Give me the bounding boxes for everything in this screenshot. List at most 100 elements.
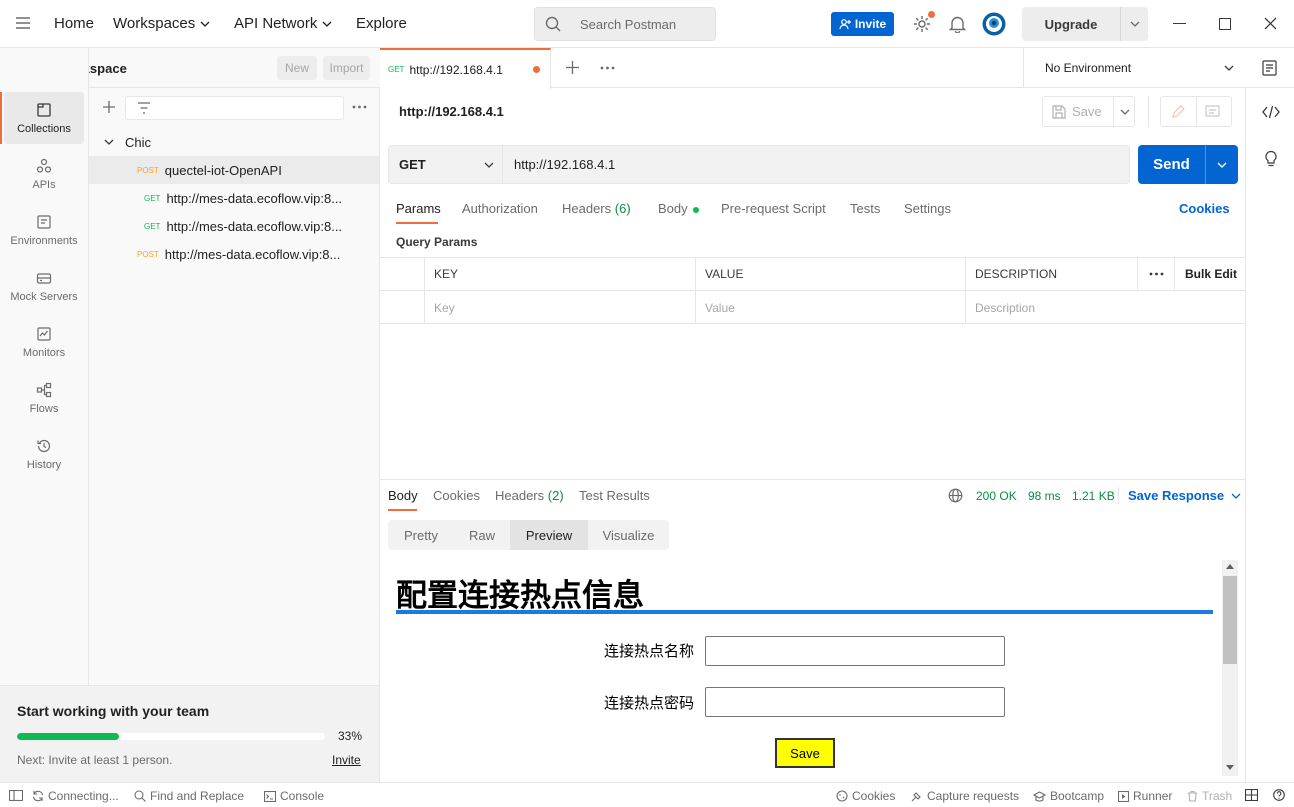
add-collection-icon[interactable]	[102, 100, 116, 114]
view-preview[interactable]: Preview	[510, 520, 588, 550]
response-time[interactable]: 98 ms	[1028, 489, 1061, 503]
environment-selector[interactable]: No Environment	[1023, 48, 1246, 88]
close-window-icon[interactable]	[1264, 17, 1277, 30]
globe-icon[interactable]	[948, 488, 963, 503]
sidebar-item-monitors[interactable]: Monitors	[4, 316, 84, 368]
sidebar-item-flows[interactable]: Flows	[4, 372, 84, 424]
sync-icon	[32, 790, 44, 802]
nav-api-network[interactable]: API Network	[234, 15, 332, 32]
preview-save-button[interactable]: Save	[775, 738, 835, 768]
edit-pencil-icon[interactable]	[1171, 104, 1186, 119]
sidebar-item-mock-servers[interactable]: Mock Servers	[4, 260, 84, 312]
view-raw[interactable]: Raw	[454, 520, 510, 550]
chevron-down-icon[interactable]	[1205, 145, 1238, 184]
new-button[interactable]: New	[277, 56, 317, 80]
avatar[interactable]	[982, 12, 1006, 36]
bulk-edit-button[interactable]: Bulk Edit	[1175, 258, 1245, 291]
view-visualize[interactable]: Visualize	[588, 520, 669, 550]
import-button[interactable]: Import	[323, 56, 370, 80]
tab-test-results[interactable]: Test Results	[579, 488, 650, 503]
maximize-window-icon[interactable]	[1219, 18, 1231, 30]
view-pretty[interactable]: Pretty	[388, 520, 454, 550]
list-item[interactable]: POST quectel-iot-OpenAPI	[89, 156, 379, 184]
tab-authorization[interactable]: Authorization	[462, 201, 538, 216]
tab-request[interactable]: GET http://192.168.4.1	[380, 48, 551, 89]
request-title[interactable]: http://192.168.4.1	[399, 104, 504, 119]
sidebar-toggle-icon[interactable]	[9, 790, 23, 801]
save-response-button[interactable]: Save Response	[1128, 488, 1241, 503]
invite-link[interactable]: Invite	[332, 753, 361, 767]
settings-icon[interactable]	[912, 11, 935, 34]
response-status[interactable]: 200 OK	[976, 489, 1017, 503]
response-divider[interactable]	[380, 479, 1245, 480]
nav-home[interactable]: Home	[54, 15, 94, 32]
console-button[interactable]: Console	[264, 789, 324, 803]
tab-pre-request-script[interactable]: Pre-request Script	[721, 201, 826, 216]
runner-button[interactable]: Runner	[1118, 789, 1172, 803]
password-input[interactable]	[705, 687, 1005, 717]
runner-icon	[1118, 790, 1129, 802]
chevron-down-icon[interactable]	[1113, 97, 1135, 126]
nav-explore[interactable]: Explore	[356, 15, 407, 32]
method-badge: GET	[144, 221, 161, 231]
more-options-icon[interactable]	[352, 105, 367, 109]
code-icon[interactable]	[1262, 105, 1280, 119]
sidebar-item-apis[interactable]: APIs	[4, 148, 84, 200]
sidebar-item-collections[interactable]: Collections	[4, 92, 84, 144]
tab-headers[interactable]: Headers (6)	[562, 201, 631, 216]
tab-response-body[interactable]: Body	[388, 488, 418, 503]
scroll-down-icon[interactable]	[1226, 765, 1234, 770]
tab-response-headers[interactable]: Headers (2)	[495, 488, 564, 503]
cookies-button[interactable]: Cookies	[836, 789, 895, 803]
sidebar-item-history[interactable]: History	[4, 428, 84, 480]
search-bar[interactable]: Search Postman	[534, 7, 716, 41]
list-item[interactable]: GET http://mes-data.ecoflow.vip:8...	[89, 184, 379, 212]
method-select[interactable]: GET	[388, 145, 503, 184]
cookies-link[interactable]: Cookies	[1179, 201, 1230, 216]
sidebar-item-environments[interactable]: Environments	[4, 204, 84, 256]
new-tab-icon[interactable]	[566, 61, 579, 74]
invite-button[interactable]: Invite	[831, 12, 894, 36]
nav-workspaces[interactable]: Workspaces	[113, 15, 210, 32]
url-input[interactable]: http://192.168.4.1	[503, 145, 1130, 184]
key-input[interactable]: Key	[425, 291, 696, 324]
scroll-up-icon[interactable]	[1226, 564, 1234, 569]
query-params-label: Query Params	[396, 235, 478, 249]
trash-button[interactable]: Trash	[1187, 789, 1232, 803]
scrollbar-thumb[interactable]	[1223, 576, 1237, 664]
two-pane-view-icon[interactable]	[1245, 789, 1258, 801]
environment-quick-look-icon[interactable]	[1262, 60, 1277, 76]
ssid-input[interactable]	[705, 636, 1005, 666]
connection-status[interactable]: Connecting...	[32, 789, 119, 803]
collection-chic[interactable]: Chic	[89, 128, 379, 156]
help-icon[interactable]	[1273, 789, 1285, 801]
list-item[interactable]: GET http://mes-data.ecoflow.vip:8...	[89, 212, 379, 240]
find-and-replace[interactable]: Find and Replace	[134, 789, 244, 803]
capture-requests-button[interactable]: Capture requests	[910, 789, 1019, 803]
table-options-icon[interactable]	[1138, 258, 1175, 291]
preview-scrollbar[interactable]	[1222, 560, 1238, 776]
description-input[interactable]: Description	[966, 291, 1245, 324]
minimize-window-icon[interactable]	[1173, 23, 1186, 24]
chevron-down-icon[interactable]	[1120, 7, 1148, 41]
upgrade-button[interactable]: Upgrade	[1022, 7, 1148, 41]
active-indicator	[0, 92, 2, 144]
filter-input[interactable]	[125, 96, 344, 120]
hamburger-menu-icon[interactable]	[16, 17, 30, 29]
tab-params[interactable]: Params	[396, 201, 441, 216]
value-input[interactable]: Value	[696, 291, 966, 324]
tab-settings[interactable]: Settings	[904, 201, 951, 216]
tab-response-cookies[interactable]: Cookies	[433, 488, 480, 503]
response-size[interactable]: 1.21 KB	[1072, 489, 1115, 503]
tab-tests[interactable]: Tests	[850, 201, 880, 216]
save-button[interactable]: Save	[1042, 96, 1135, 127]
lightbulb-icon[interactable]	[1263, 150, 1279, 168]
send-button[interactable]: Send	[1138, 145, 1238, 184]
row-checkbox-cell	[380, 291, 425, 324]
list-item[interactable]: POST http://mes-data.ecoflow.vip:8...	[89, 240, 379, 268]
tab-body[interactable]: Body	[658, 201, 699, 216]
tab-options-icon[interactable]	[600, 66, 615, 70]
comments-icon[interactable]	[1205, 105, 1220, 118]
bootcamp-button[interactable]: Bootcamp	[1033, 789, 1104, 803]
notifications-bell-icon[interactable]	[949, 15, 966, 33]
